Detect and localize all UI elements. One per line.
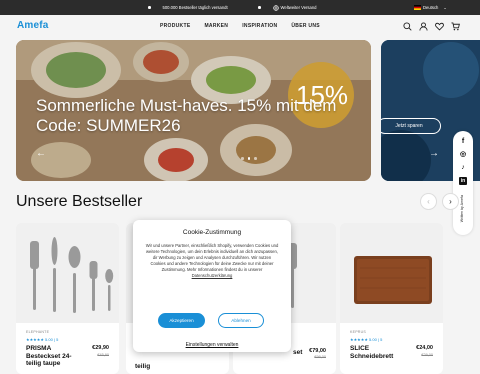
product-title[interactable]: PRISMA Besteckset 24-teilig taupe xyxy=(26,345,86,368)
cart-icon[interactable] xyxy=(451,22,460,31)
menu-item-products[interactable]: PRODUKTE xyxy=(160,23,190,29)
hero-prev-arrow-icon[interactable]: ← xyxy=(36,148,46,159)
linkedin-icon[interactable]: in xyxy=(459,177,467,185)
bullet-icon xyxy=(258,6,261,9)
announcement-text-1: 500.000 Bestseller täglich versandt xyxy=(162,5,228,10)
main-menu: PRODUKTE MARKEN INSPIRATION ÜBER UNS xyxy=(160,23,320,29)
globe-icon xyxy=(272,4,279,11)
nav-icons xyxy=(403,22,460,31)
hero-headline: Sommerliche Must-haves. 15% mit dem Code… xyxy=(36,96,337,135)
cutting-board-image xyxy=(340,223,443,323)
pagination-dot[interactable] xyxy=(241,157,244,160)
logo[interactable]: Amefa xyxy=(17,20,49,31)
cookie-consent-dialog: Cookie-Zustimmung Wir und unsere Partner… xyxy=(133,220,291,352)
decline-button[interactable]: Ablehnen xyxy=(218,313,264,328)
cookie-text: Wir und unsere Partner, einschließlich S… xyxy=(145,243,279,279)
carousel-prev-button[interactable]: ‹ xyxy=(420,193,437,210)
facebook-icon[interactable]: f xyxy=(459,138,467,146)
product-old-price: €29,00 xyxy=(421,353,433,357)
language-label: Deutsch xyxy=(423,5,439,10)
section-heading: Unsere Bestseller xyxy=(16,193,143,210)
tiktok-icon[interactable]: ♪ xyxy=(459,164,467,172)
menu-item-inspiration[interactable]: INSPIRATION xyxy=(242,23,277,29)
hero-next-arrow-icon[interactable]: → xyxy=(429,148,439,159)
pagination-dot[interactable] xyxy=(254,157,257,160)
privacy-policy-link[interactable]: Datenschutzerklärung xyxy=(192,273,233,278)
chevron-left-icon: ‹ xyxy=(427,197,430,206)
product-old-price: €99,00 xyxy=(314,355,326,359)
account-icon[interactable] xyxy=(419,22,428,31)
cutlery-image xyxy=(16,223,119,323)
pagination-dot[interactable] xyxy=(247,157,250,160)
product-title[interactable]: teilig xyxy=(135,363,150,370)
announcement-worldwide: Weltweiter Versand xyxy=(258,0,317,15)
shop-now-button[interactable]: Jetzt sparen xyxy=(381,118,441,134)
product-price: €29,90 xyxy=(92,345,109,351)
product-brand: KEPRUS xyxy=(350,330,366,334)
hero-banner[interactable]: 15% Sommerliche Must-haves. 15% mit dem … xyxy=(16,40,371,181)
product-card[interactable]: KEPRUS ★★★★★ 5.00 | 5 SLICE Schneidebret… xyxy=(340,223,443,374)
menu-item-brands[interactable]: MARKEN xyxy=(204,23,228,29)
language-selector[interactable]: Deutsch ⌄ xyxy=(414,0,447,15)
cookie-body: Wir und unsere Partner, einschließlich S… xyxy=(145,243,279,272)
hero-pagination xyxy=(241,157,257,160)
announcement-bar: 500.000 Bestseller täglich versandt Welt… xyxy=(0,0,480,15)
product-rating: ★★★★★ 5.00 | 5 xyxy=(26,337,59,342)
product-image xyxy=(340,223,443,323)
cookie-title: Cookie-Zustimmung xyxy=(182,229,242,236)
wishlist-icon[interactable] xyxy=(435,22,444,31)
announcement-shipping: 500.000 Bestseller täglich versandt xyxy=(148,0,228,15)
product-image xyxy=(16,223,119,323)
product-title[interactable]: SLICE Schneidebrett xyxy=(350,345,410,360)
main-navigation: Amefa PRODUKTE MARKEN INSPIRATION ÜBER U… xyxy=(0,15,480,39)
menu-item-about[interactable]: ÜBER UNS xyxy=(291,23,320,29)
chevron-down-icon: ⌄ xyxy=(443,5,447,10)
social-vertical-text: Written by Amefa xyxy=(460,195,464,223)
bullet-icon xyxy=(148,6,151,9)
accept-button[interactable]: Akzeptieren xyxy=(158,313,205,328)
product-price: €24,00 xyxy=(416,345,433,351)
carousel-next-button[interactable]: › xyxy=(442,193,459,210)
announcement-text-2: Weltweiter Versand xyxy=(280,5,317,10)
social-sidebar: f ◎ ♪ in Written by Amefa xyxy=(453,131,473,235)
instagram-icon[interactable]: ◎ xyxy=(459,151,467,159)
product-old-price: €45,90 xyxy=(97,353,109,357)
chevron-right-icon: › xyxy=(449,197,452,206)
manage-settings-link[interactable]: Einstellungen verwalten xyxy=(133,342,291,348)
product-price: €79,00 xyxy=(309,348,326,354)
product-rating: ★★★★★ 5.00 | 5 xyxy=(350,337,383,342)
flag-icon xyxy=(414,5,421,10)
product-card[interactable]: ELEPHANTE ★★★★★ 5.00 | 5 PRISMA Bestecks… xyxy=(16,223,119,374)
product-brand: ELEPHANTE xyxy=(26,330,50,334)
search-icon[interactable] xyxy=(403,22,412,31)
product-title[interactable]: set xyxy=(293,349,302,356)
